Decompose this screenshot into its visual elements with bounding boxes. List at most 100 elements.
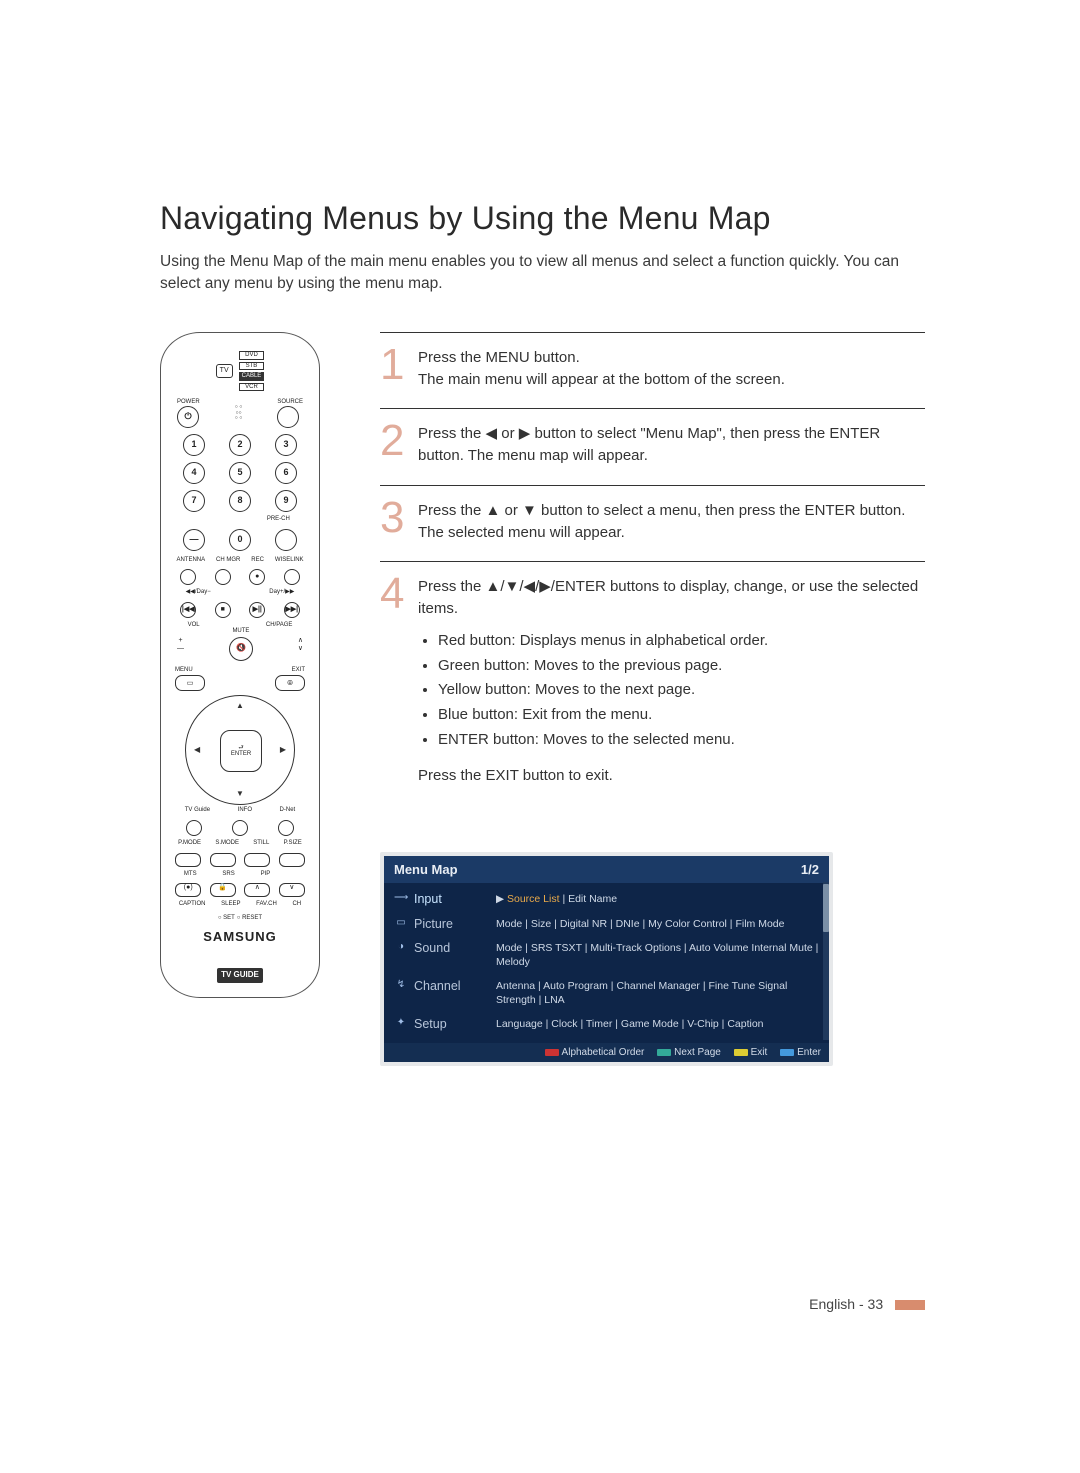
exit-button: ⦾ bbox=[275, 675, 305, 691]
menu-button: ▭ bbox=[175, 675, 205, 691]
mm-sub-sound: Mode | SRS TSXT | Multi-Track Options | … bbox=[496, 941, 819, 969]
remote-reset-label: RESET bbox=[242, 915, 262, 921]
mm-footer-alpha: Alphabetical Order bbox=[562, 1047, 645, 1058]
mm-input-rest: | Edit Name bbox=[560, 893, 618, 905]
dash-button: — bbox=[183, 529, 205, 551]
page-title: Navigating Menus by Using the Menu Map bbox=[160, 200, 925, 237]
remote-power-label: POWER bbox=[177, 399, 200, 406]
num-8: 8 bbox=[229, 490, 251, 512]
blue-color-button bbox=[279, 853, 305, 867]
remote-mts-label: MTS bbox=[184, 871, 197, 878]
num-0: 0 bbox=[229, 529, 251, 551]
mts-button: (●) bbox=[175, 883, 201, 897]
chmgr-button bbox=[215, 569, 231, 585]
setup-icon: ✦ bbox=[394, 1017, 408, 1031]
step-1-line-a: Press the MENU button. bbox=[418, 349, 580, 366]
dnet-button bbox=[278, 820, 294, 836]
remote-dnet-label: D-Net bbox=[280, 807, 296, 814]
mm-sub-channel: Antenna | Auto Program | Channel Manager… bbox=[496, 979, 819, 1007]
mm-label-picture: Picture bbox=[414, 917, 496, 931]
swatch-yellow-icon bbox=[734, 1049, 748, 1056]
remote-src-stb: STB bbox=[239, 362, 265, 371]
picture-icon: ▭ bbox=[394, 917, 408, 931]
remote-brand: SAMSUNG bbox=[171, 930, 309, 944]
step-num-4: 4 bbox=[380, 574, 414, 786]
footer-accent-icon bbox=[895, 1300, 925, 1310]
mm-input-selected: Source List bbox=[507, 893, 560, 905]
menu-map-osd: Menu Map 1/2 ⟶ Input ▶ Source List | Edi… bbox=[380, 852, 833, 1065]
page-number: English - 33 bbox=[809, 1296, 883, 1312]
rewind-button: |◀◀ bbox=[180, 602, 196, 618]
mm-row-picture: ▭ Picture Mode | Size | Digital NR | DNI… bbox=[384, 912, 829, 936]
remote-dayminus-label: ◀◀/Day− bbox=[186, 589, 211, 596]
num-6: 6 bbox=[275, 462, 297, 484]
remote-antenna-label: ANTENNA bbox=[176, 557, 205, 564]
mute-button: 🔇 bbox=[229, 637, 253, 661]
num-5: 5 bbox=[229, 462, 251, 484]
remote-chmgr-label: CH MGR bbox=[216, 557, 240, 564]
green-color-button bbox=[210, 853, 236, 867]
extra-button: ∨ bbox=[279, 883, 305, 897]
rec-button: ● bbox=[249, 569, 265, 585]
mm-label-input: Input bbox=[414, 892, 496, 906]
mm-footer-enter: Enter bbox=[797, 1047, 821, 1058]
mm-sub-picture: Mode | Size | Digital NR | DNIe | My Col… bbox=[496, 917, 819, 931]
remote-info-label: INFO bbox=[238, 807, 252, 814]
mm-label-setup: Setup bbox=[414, 1017, 496, 1031]
step-3-body: Press the ▲ or ▼ button to select a menu… bbox=[418, 500, 925, 544]
remote-rec-label: REC bbox=[251, 557, 264, 564]
step-num-2: 2 bbox=[380, 421, 414, 467]
step-num-1: 1 bbox=[380, 345, 414, 391]
num-7: 7 bbox=[183, 490, 205, 512]
step-1: 1 Press the MENU button. The main menu w… bbox=[380, 332, 925, 409]
remote-tvguide-logo: TV GUIDE bbox=[217, 968, 263, 983]
remote-exit-label: EXIT bbox=[292, 667, 305, 674]
remote-pmode-label: P.MODE bbox=[178, 840, 201, 847]
num-4: 4 bbox=[183, 462, 205, 484]
mm-label-channel: Channel bbox=[414, 979, 496, 1007]
mm-row-sound: ◑ Sound Mode | SRS TSXT | Multi-Track Op… bbox=[384, 936, 829, 974]
mm-row-channel: ↯ Channel Antenna | Auto Program | Chann… bbox=[384, 974, 829, 1012]
remote-menu-label: MENU bbox=[175, 667, 193, 674]
step-4-after: Press the EXIT button to exit. bbox=[418, 765, 925, 787]
antenna-button bbox=[180, 569, 196, 585]
tvguide-button bbox=[186, 820, 202, 836]
sound-icon: ◑ bbox=[394, 941, 408, 969]
bullet-enter: ENTER button: Moves to the selected menu… bbox=[438, 729, 925, 751]
wiselink-button bbox=[284, 569, 300, 585]
nav-dpad: ▲ ▼ ◀ ▶ ⮐ ENTER bbox=[185, 695, 295, 805]
remote-dayplus-label: Day+/▶▶ bbox=[269, 589, 294, 596]
remote-smode-label: S.MODE bbox=[215, 840, 239, 847]
mm-row-input: ⟶ Input ▶ Source List | Edit Name bbox=[384, 887, 829, 911]
num-2: 2 bbox=[229, 434, 251, 456]
remote-sleep-label: SLEEP bbox=[221, 901, 240, 908]
step-4-bullets: Red button: Displays menus in alphabetic… bbox=[418, 630, 925, 751]
remote-prech-label: PRE-CH bbox=[267, 516, 290, 523]
step-4: 4 Press the ▲/▼/◀/▶/ENTER buttons to dis… bbox=[380, 561, 925, 804]
bullet-red: Red button: Displays menus in alphabetic… bbox=[438, 630, 925, 652]
remote-caption-label: CAPTION bbox=[179, 901, 206, 908]
step-num-3: 3 bbox=[380, 498, 414, 544]
remote-tvguide-label: TV Guide bbox=[185, 807, 210, 814]
num-9: 9 bbox=[275, 490, 297, 512]
yellow-color-button bbox=[244, 853, 270, 867]
remote-source-label: SOURCE bbox=[277, 399, 303, 406]
swatch-blue-icon bbox=[780, 1049, 794, 1056]
ch-rocker: ∧∨ bbox=[298, 635, 303, 654]
remote-vol-label: VOL bbox=[188, 622, 200, 629]
mm-footer-next: Next Page bbox=[674, 1047, 721, 1058]
source-button bbox=[277, 406, 299, 428]
step-2: 2 Press the ◀ or ▶ button to select "Men… bbox=[380, 408, 925, 485]
srs-button: 🔒 bbox=[210, 883, 236, 897]
play-pause-button: ▶|| bbox=[249, 602, 265, 618]
step-3: 3 Press the ▲ or ▼ button to select a me… bbox=[380, 485, 925, 562]
remote-set-label: SET bbox=[223, 915, 235, 921]
swatch-green-icon bbox=[657, 1049, 671, 1056]
remote-pip-label: PIP bbox=[261, 871, 271, 878]
remote-src-cable: CABLE bbox=[239, 372, 265, 381]
remote-favch-label: FAV.CH bbox=[256, 901, 277, 908]
mm-page-indicator: 1/2 bbox=[801, 862, 819, 877]
remote-control-diagram: TV DVD STB CABLE VCR POWER bbox=[160, 332, 320, 998]
remote-src-vcr: VCR bbox=[239, 383, 265, 392]
power-icon: ⏻ bbox=[177, 406, 199, 428]
